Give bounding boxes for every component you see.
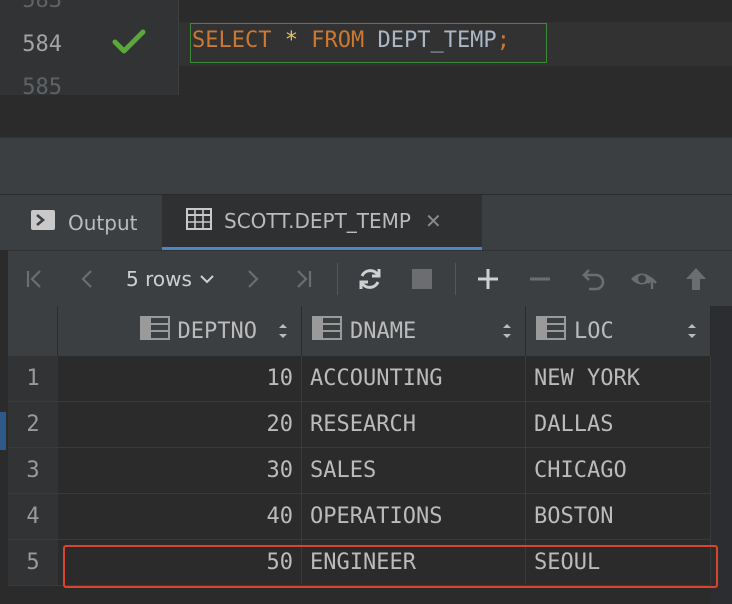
chevron-down-icon xyxy=(200,274,214,284)
cell-loc[interactable]: SEOUL xyxy=(526,540,711,586)
prev-page-icon[interactable] xyxy=(72,251,102,307)
result-grid: DEPTNO DNAME LOC 1 10 ACCOUNTING NEW YOR… xyxy=(8,306,711,604)
cell-dname[interactable]: RESEARCH xyxy=(302,402,526,448)
cell-loc[interactable]: BOSTON xyxy=(526,494,711,540)
column-icon xyxy=(536,316,566,346)
last-page-icon[interactable] xyxy=(288,251,318,307)
row-number[interactable]: 3 xyxy=(8,448,58,494)
column-header-label: DNAME xyxy=(350,318,417,344)
sql-keyword: FROM xyxy=(311,28,365,53)
revert-icon[interactable] xyxy=(578,251,610,307)
table-icon xyxy=(186,207,212,235)
line-number: 585 xyxy=(22,75,62,95)
cell-dname[interactable]: OPERATIONS xyxy=(302,494,526,540)
row-number[interactable]: 4 xyxy=(8,494,58,540)
sql-keyword: SELECT xyxy=(192,28,272,53)
cell-dname[interactable]: SALES xyxy=(302,448,526,494)
line-number: 583 xyxy=(0,0,62,10)
tab-output-label: Output xyxy=(68,210,138,235)
cell-deptno[interactable]: 10 xyxy=(58,356,302,402)
view-query-icon[interactable] xyxy=(628,251,662,307)
cell-dname[interactable]: ENGINEER xyxy=(302,540,526,586)
column-header-dname[interactable]: DNAME xyxy=(302,306,526,356)
cell-deptno[interactable]: 50 xyxy=(58,540,302,586)
column-header-loc[interactable]: LOC xyxy=(526,306,711,356)
column-header-label: DEPTNO xyxy=(177,318,257,344)
delete-row-icon[interactable] xyxy=(524,251,556,307)
sql-star: * xyxy=(284,28,298,53)
cell-deptno[interactable]: 40 xyxy=(58,494,302,540)
stop-icon[interactable] xyxy=(406,251,438,307)
cell-loc[interactable]: DALLAS xyxy=(526,402,711,448)
row-number-header xyxy=(8,306,58,356)
check-icon xyxy=(112,29,146,54)
line-number-current: 584 xyxy=(22,32,62,57)
sort-icon[interactable] xyxy=(686,321,698,347)
next-page-icon[interactable] xyxy=(238,251,268,307)
sort-icon[interactable] xyxy=(277,321,289,347)
tab-result-label: SCOTT.DEPT_TEMP xyxy=(224,209,411,233)
submit-icon[interactable] xyxy=(680,251,712,307)
tab-result-table[interactable]: SCOTT.DEPT_TEMP ✕ xyxy=(162,195,482,250)
refresh-icon[interactable] xyxy=(354,251,386,307)
row-number[interactable]: 2 xyxy=(8,402,58,448)
column-icon xyxy=(139,316,170,346)
cell-loc[interactable]: CHICAGO xyxy=(526,448,711,494)
column-header-deptno[interactable]: DEPTNO xyxy=(58,306,302,356)
sql-statement[interactable]: SELECT * FROM DEPT_TEMP; xyxy=(192,28,510,53)
row-number[interactable]: 5 xyxy=(8,540,58,586)
result-toolbar: 5 rows xyxy=(0,250,732,306)
column-header-label: LOC xyxy=(574,318,614,344)
rows-count-label: 5 rows xyxy=(126,267,192,291)
cell-loc[interactable]: NEW YORK xyxy=(526,356,711,402)
column-icon xyxy=(312,316,342,346)
side-panel-selection xyxy=(0,412,6,450)
console-icon xyxy=(30,209,56,236)
results-tab-bar: Output SCOTT.DEPT_TEMP ✕ xyxy=(0,194,732,250)
tab-output[interactable]: Output xyxy=(30,195,160,250)
add-row-icon[interactable] xyxy=(472,251,504,307)
cell-deptno[interactable]: 30 xyxy=(58,448,302,494)
toolbar-divider xyxy=(455,263,456,295)
cell-deptno[interactable]: 20 xyxy=(58,402,302,448)
sql-editor[interactable]: 583 584 585 SELECT * FROM DEPT_TEMP; xyxy=(0,0,732,137)
first-page-icon[interactable] xyxy=(20,251,50,307)
rows-count-dropdown[interactable]: 5 rows xyxy=(118,251,222,307)
sql-table-name: DEPT_TEMP xyxy=(377,28,497,53)
sort-icon[interactable] xyxy=(501,321,513,347)
line-gutter: 583 584 585 xyxy=(0,0,178,95)
panel-separator xyxy=(0,137,732,194)
editor-empty-area xyxy=(0,95,732,137)
cell-dname[interactable]: ACCOUNTING xyxy=(302,356,526,402)
close-icon[interactable]: ✕ xyxy=(425,209,442,233)
sql-semicolon: ; xyxy=(496,28,510,53)
toolbar-divider xyxy=(337,263,338,295)
row-number[interactable]: 1 xyxy=(8,356,58,402)
